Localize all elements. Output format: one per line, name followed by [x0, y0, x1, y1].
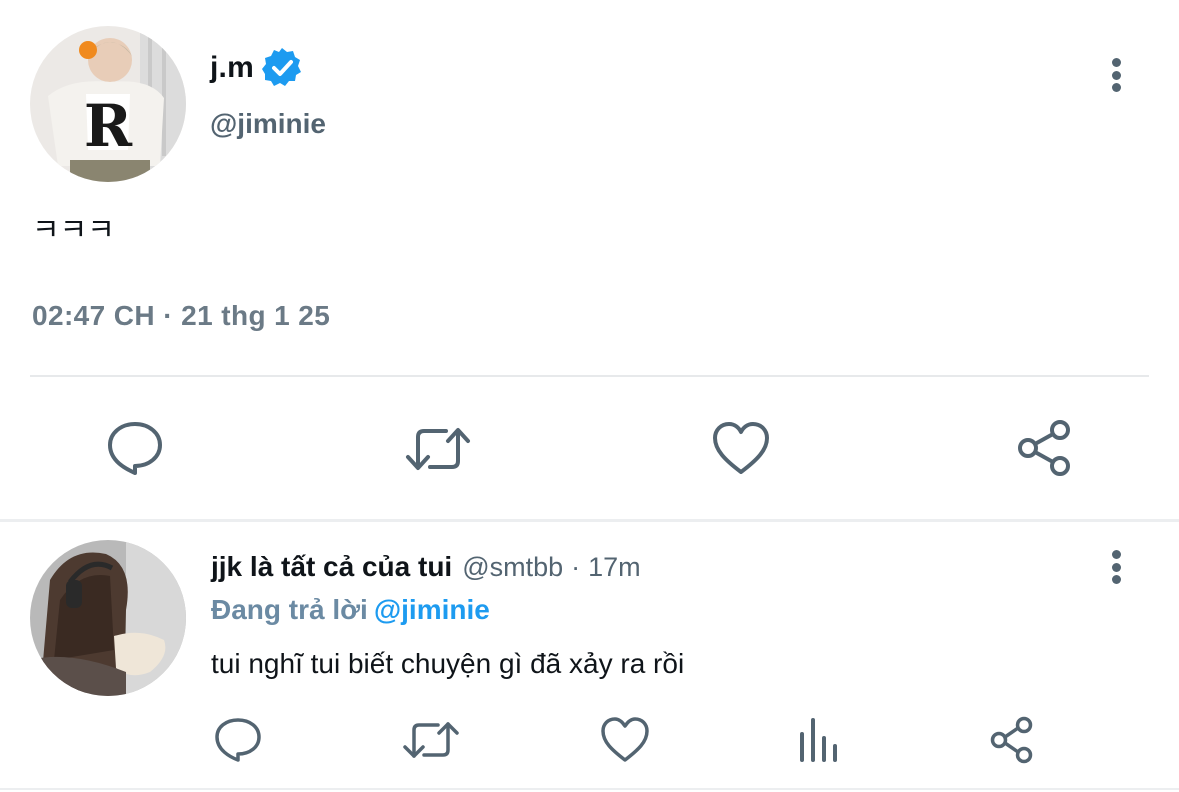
reply-author-avatar[interactable] — [30, 540, 186, 696]
reply-time[interactable]: 17m — [588, 552, 641, 583]
replying-to-mention[interactable]: @jiminie — [374, 594, 490, 625]
divider — [0, 788, 1179, 790]
share-icon[interactable] — [1014, 418, 1076, 478]
divider — [30, 375, 1149, 377]
reply-icon[interactable] — [106, 420, 164, 476]
reply-text: tui nghĩ tui biết chuyện gì đã xảy ra rồ… — [211, 648, 685, 679]
tweet-detail-screen: R j.m @jiminie ㅋㅋㅋ 02:47 CH · 21 thg 1 2… — [0, 0, 1179, 792]
author-handle[interactable]: @jiminie — [210, 108, 326, 140]
replying-to-label: Đang trả lời — [211, 594, 368, 625]
author-avatar[interactable]: R — [30, 26, 186, 182]
svg-text:R: R — [84, 92, 133, 160]
like-icon[interactable] — [600, 716, 650, 764]
retweet-icon[interactable] — [402, 718, 460, 762]
more-options-icon[interactable] — [1104, 55, 1128, 95]
retweet-icon[interactable] — [404, 423, 472, 475]
more-options-icon[interactable] — [1104, 547, 1128, 587]
author-display-name[interactable]: j.m — [210, 51, 254, 85]
share-icon[interactable] — [988, 716, 1036, 764]
author-name-row: j.m — [210, 46, 304, 90]
like-icon[interactable] — [711, 420, 771, 476]
reply-header: jjk là tất cả của tui @smtbb · 17m — [211, 551, 641, 583]
verified-badge-icon — [261, 48, 301, 86]
divider — [0, 519, 1179, 522]
reply-handle[interactable]: @smtbb — [462, 552, 563, 583]
replying-to-line: Đang trả lời @jiminie — [211, 594, 490, 626]
tweet-timestamp[interactable]: 02:47 CH · 21 thg 1 25 — [32, 300, 330, 332]
separator-dot: · — [571, 552, 581, 582]
analytics-icon[interactable] — [798, 716, 840, 764]
reply-icon[interactable] — [214, 716, 262, 764]
reply-display-name[interactable]: jjk là tất cả của tui — [211, 551, 452, 583]
tweet-text: ㅋㅋㅋ — [32, 214, 115, 247]
